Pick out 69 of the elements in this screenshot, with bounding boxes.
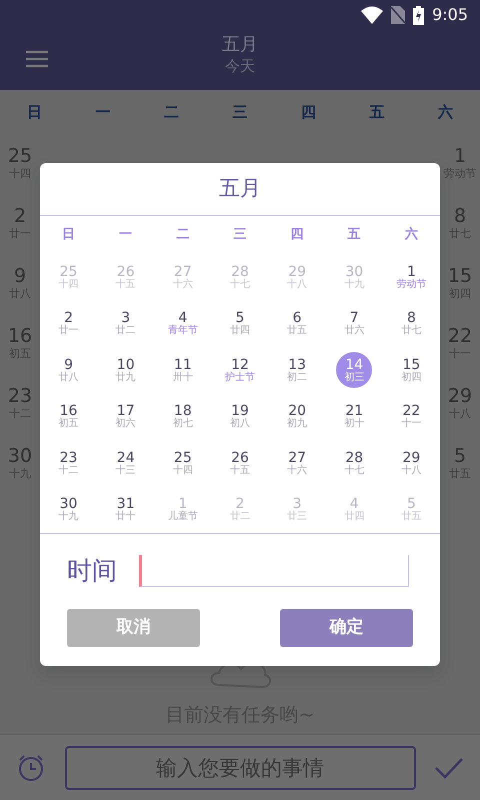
day-cell[interactable]: 17 初六: [108, 398, 144, 435]
day-cell[interactable]: 20 初九: [279, 398, 316, 435]
time-field[interactable]: [139, 554, 409, 587]
day-number: 1: [452, 147, 468, 166]
weekday-label: 一: [118, 226, 134, 244]
day-number: 15: [446, 267, 474, 286]
battery-charging-icon: [413, 6, 424, 24]
day-cell[interactable]: 4 青年节: [164, 306, 201, 342]
month-title: 五月: [222, 34, 258, 56]
day-cell[interactable]: 8 廿七: [393, 306, 430, 342]
day-number: 30: [6, 447, 34, 466]
task-input-field[interactable]: 输入您要做的事情: [64, 746, 416, 790]
day-cell[interactable]: 1 劳动节: [393, 259, 430, 296]
day-cell[interactable]: 11 卅十: [164, 352, 201, 388]
day-number: 22: [446, 327, 474, 346]
day-cell[interactable]: 28 十七: [336, 445, 372, 482]
weekday-label: 二: [162, 102, 180, 124]
day-cell[interactable]: 3 廿二: [108, 306, 144, 342]
day-cell[interactable]: 30 十九: [50, 492, 87, 528]
day-cell[interactable]: 2 廿一: [50, 306, 87, 342]
confirm-button[interactable]: 确定: [280, 608, 413, 646]
day-cell[interactable]: 9 廿八: [50, 352, 87, 388]
day-number: 5: [452, 447, 468, 466]
day-cell[interactable]: 24 十三: [108, 445, 144, 482]
no-sim-icon: [391, 6, 406, 24]
weekday-label: 一: [94, 102, 112, 124]
check-icon[interactable]: [434, 756, 464, 780]
day-cell[interactable]: 22 十一: [393, 398, 430, 435]
day-cell[interactable]: 16 初五: [50, 398, 87, 435]
day-cell[interactable]: 12 护士节: [222, 352, 258, 388]
day-cell[interactable]: 27 十六: [279, 445, 316, 482]
weekday-label: 六: [404, 226, 419, 244]
day-cell[interactable]: 7 廿六: [336, 306, 372, 342]
weekday-label: 六: [436, 102, 454, 124]
day-cell[interactable]: 13 初二: [279, 352, 316, 388]
weekday-label: 三: [231, 102, 248, 124]
wifi-icon: [361, 6, 384, 24]
day-number: 16: [6, 327, 34, 346]
day-cell[interactable]: 26 十五: [222, 445, 258, 482]
dialog-title: 五月: [219, 175, 261, 202]
day-cell[interactable]: 29 十八: [393, 445, 430, 482]
day-number: 23: [6, 387, 34, 406]
menu-icon[interactable]: [25, 50, 49, 68]
day-cell[interactable]: 19 初八: [222, 398, 258, 435]
day-cell[interactable]: 31 廿十: [108, 492, 144, 528]
weekday-label: 二: [175, 226, 190, 244]
day-number: 2: [12, 207, 28, 226]
day-cell[interactable]: 6 廿五: [279, 306, 316, 342]
weekday-label: 日: [26, 102, 43, 124]
weekday-label: 五: [346, 226, 362, 244]
time-label: 时间: [67, 555, 117, 587]
weekday-label: 日: [61, 226, 76, 244]
alarm-clock-icon[interactable]: [16, 752, 46, 782]
day-cell[interactable]: 5 廿四: [222, 306, 258, 342]
day-number: 8: [452, 207, 468, 226]
day-cell[interactable]: 18 初七: [164, 398, 201, 435]
weekday-label: 五: [368, 102, 386, 124]
day-cell[interactable]: 10 廿九: [108, 352, 144, 388]
day-number: 29: [446, 387, 474, 406]
weekday-label: 四: [290, 226, 305, 244]
status-time: 9:05: [432, 4, 468, 26]
day-cell[interactable]: 23 十二: [50, 445, 87, 482]
day-number: 9: [12, 267, 28, 286]
day-cell[interactable]: 15 初四: [393, 352, 430, 388]
day-cell[interactable]: 21 初十: [336, 398, 372, 435]
weekday-label: 四: [300, 102, 317, 124]
day-cell[interactable]: 25 十四: [164, 445, 201, 482]
weekday-label: 三: [232, 226, 248, 244]
day-number: 25: [6, 147, 34, 166]
